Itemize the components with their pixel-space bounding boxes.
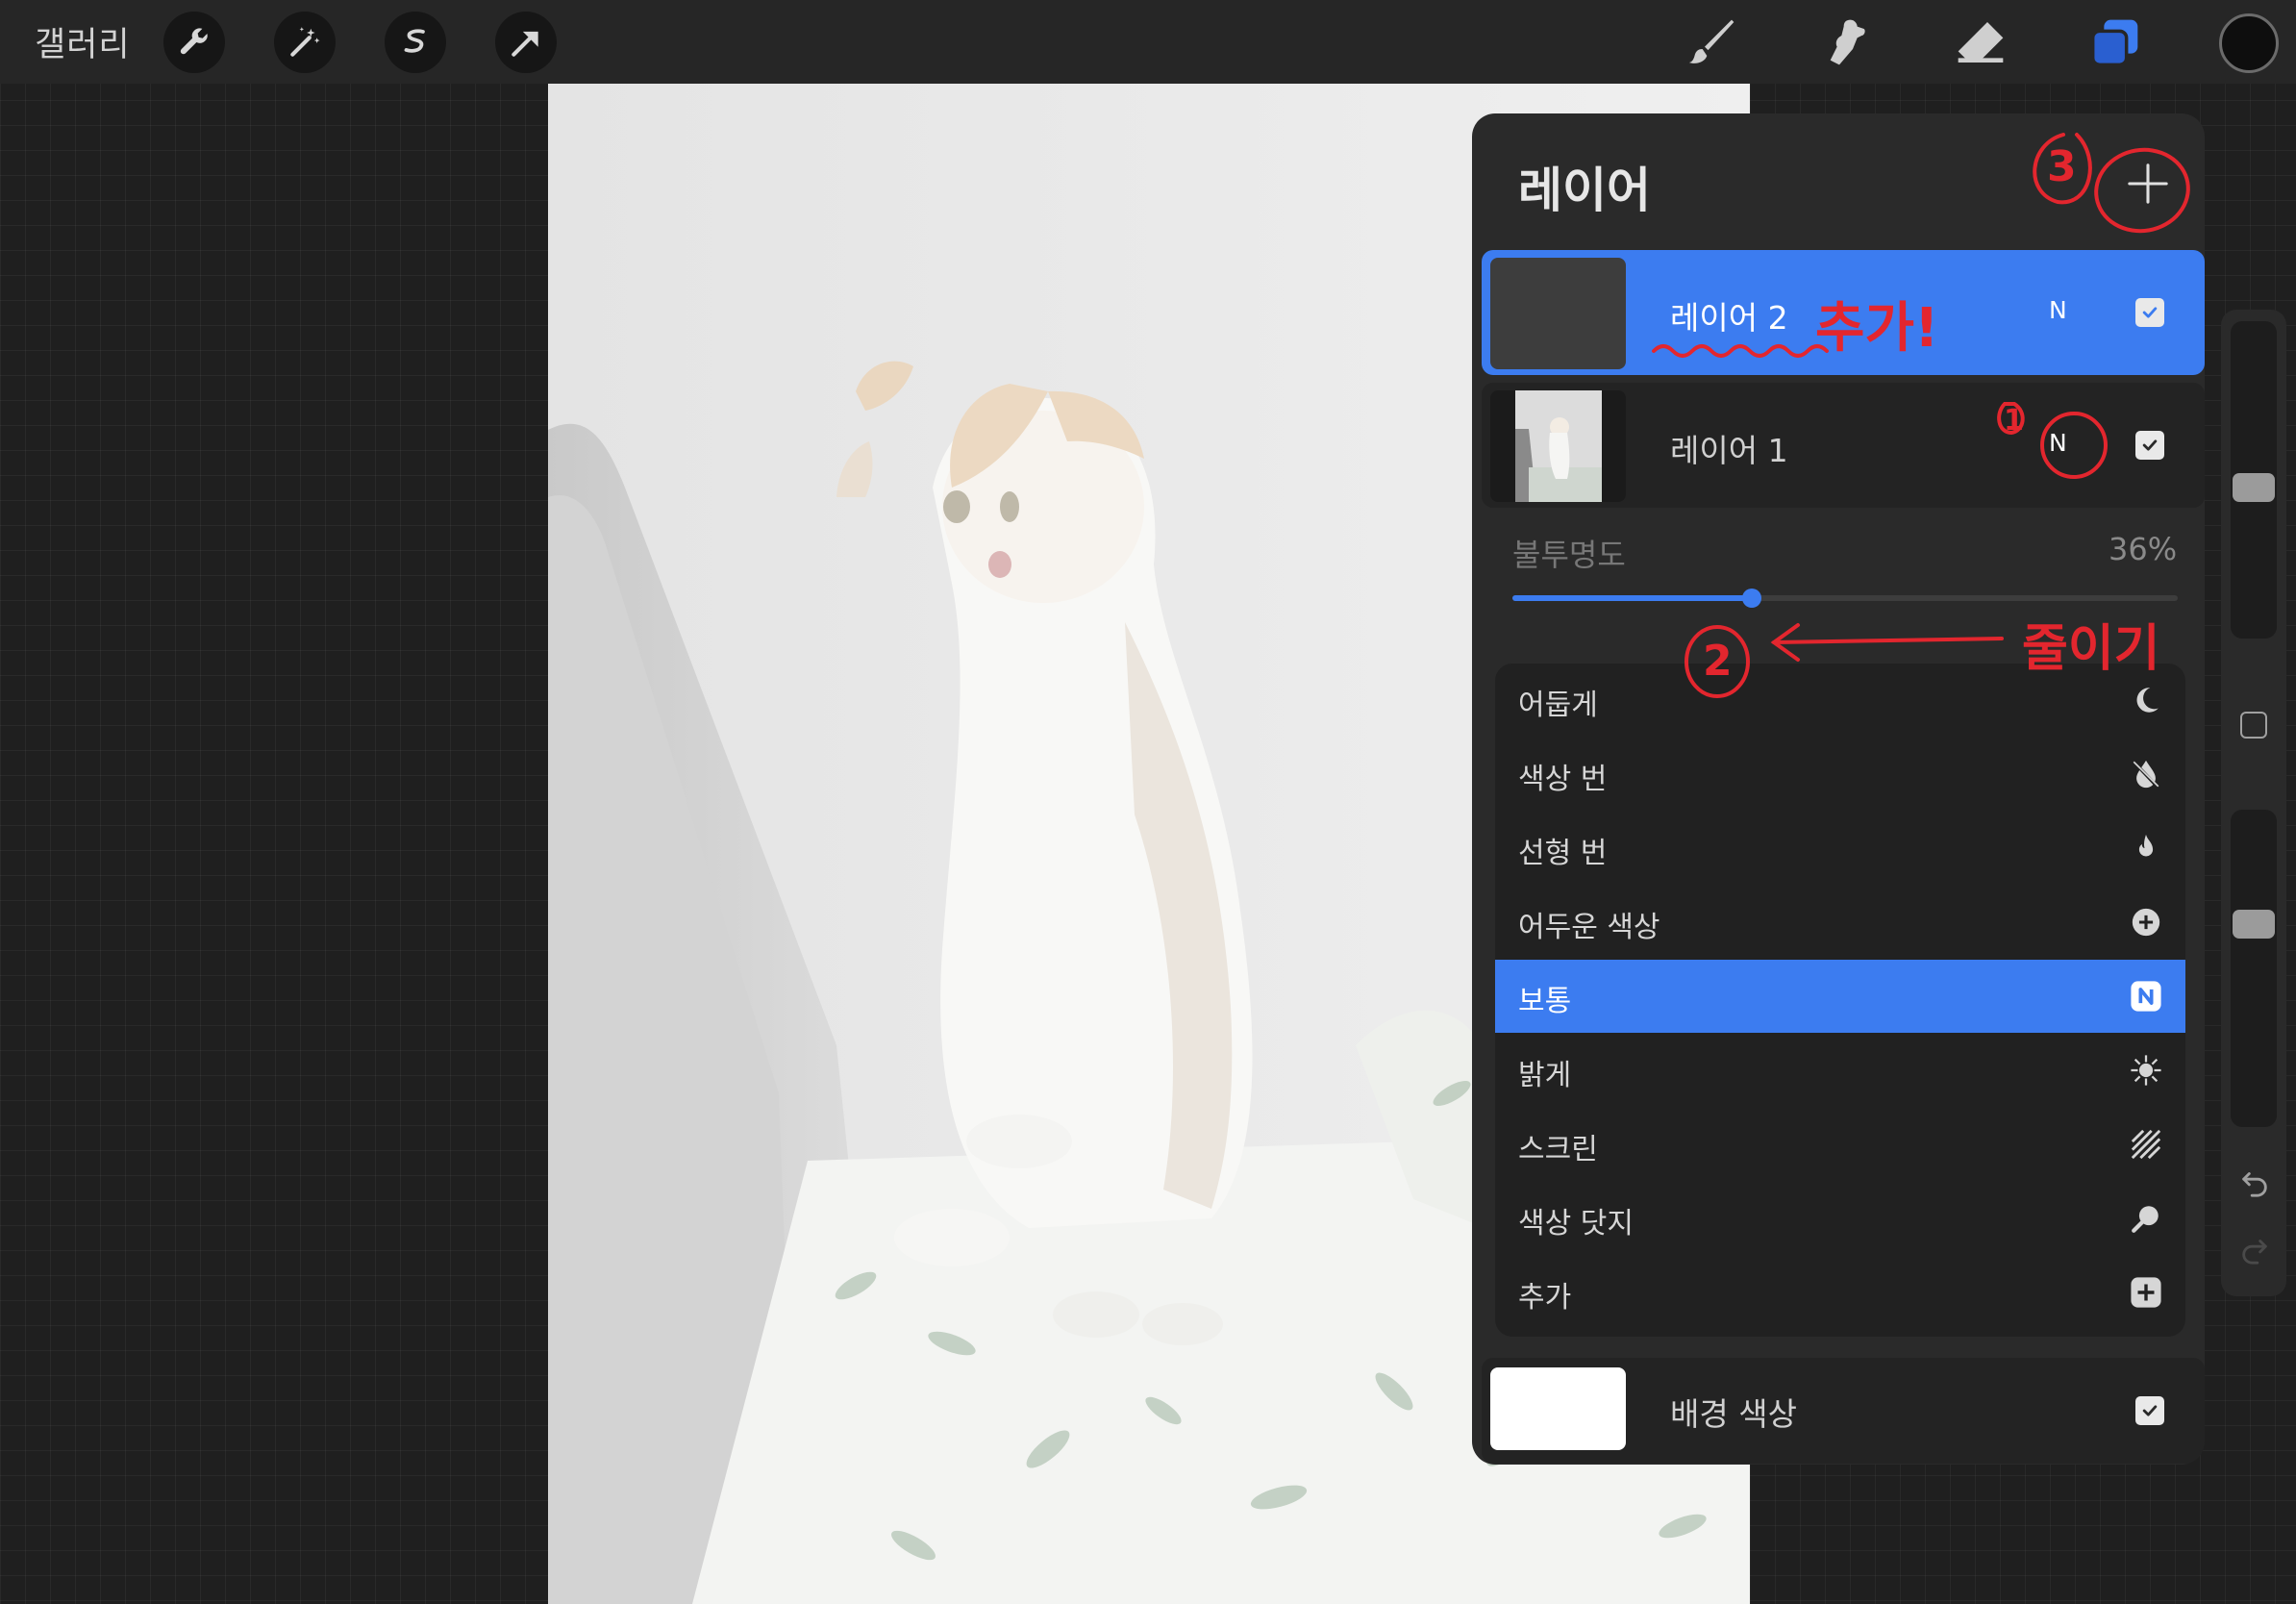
layer-name: 레이어 1 <box>1670 432 1788 469</box>
blend-mode-darker-color[interactable]: 어두운 색상 <box>1495 886 2185 959</box>
actions-button[interactable] <box>163 12 225 73</box>
flame-icon <box>2138 834 2154 857</box>
blend-mode-label: 색상 닷지 <box>1518 1207 1634 1241</box>
magic-wand-icon <box>290 27 320 57</box>
checkmark-icon <box>2142 1405 2158 1416</box>
opacity-slider-fill <box>1512 595 1753 601</box>
opacity-slider-thumb[interactable] <box>1742 589 1762 608</box>
burn-drop-icon <box>2133 760 2159 789</box>
layer-thumbnail <box>1490 390 1626 502</box>
brush-icon <box>1688 19 1734 63</box>
layers-tool[interactable] <box>2084 13 2146 71</box>
brush-slider-rail <box>2221 310 2286 1296</box>
blend-mode-label: 선형 번 <box>1518 837 1608 870</box>
modify-button[interactable] <box>2240 712 2267 739</box>
gallery-button[interactable]: 갤러리 <box>35 17 131 66</box>
cat-thumbnail-image <box>1515 390 1602 502</box>
annotation-reduce-note: 줄이기 <box>2022 620 2160 678</box>
checkmark-icon <box>2142 439 2158 451</box>
background-visibility-checkbox[interactable] <box>2135 1396 2164 1425</box>
blend-mode-label: 밝게 <box>1518 1059 1572 1092</box>
brush-size-knob[interactable] <box>2233 473 2275 502</box>
smudge-icon <box>1830 19 1865 65</box>
transform-button[interactable] <box>495 12 557 73</box>
adjustments-button[interactable] <box>274 12 336 73</box>
selection-icon <box>404 29 425 53</box>
hatch-icon <box>2131 1129 2161 1160</box>
blend-mode-screen[interactable]: 스크린 <box>1495 1108 2185 1181</box>
eraser-icon <box>1958 22 2004 63</box>
background-color-label: 배경 색상 <box>1670 1395 1797 1433</box>
blend-mode-label: 색상 번 <box>1518 763 1608 796</box>
blend-mode-label: 추가 <box>1518 1281 1572 1315</box>
n-badge-icon <box>2131 981 2161 1012</box>
dodge-icon <box>2132 1206 2159 1233</box>
layer-visibility-checkbox[interactable] <box>2135 431 2164 460</box>
blend-mode-normal[interactable]: 보통 <box>1495 960 2185 1033</box>
blend-mode-color-dodge[interactable]: 색상 닷지 <box>1495 1182 2185 1255</box>
smudge-tool[interactable] <box>1815 13 1877 71</box>
plus-square-icon <box>2131 1277 2161 1308</box>
plus-circle-icon <box>2132 908 2160 937</box>
checkmark-icon <box>2142 307 2158 318</box>
layer-thumbnail <box>1490 258 1626 369</box>
blend-mode-label: 보통 <box>1518 985 1572 1018</box>
add-layer-icon[interactable] <box>2126 162 2170 206</box>
transform-arrow-icon <box>512 31 538 57</box>
layers-icon <box>2090 19 2138 67</box>
moon-icon <box>2136 688 2159 713</box>
annotation-step-3: 3 <box>2047 142 2077 191</box>
background-color-row[interactable]: 배경 색상 <box>1482 1358 2205 1464</box>
sun-burst-icon <box>2131 1055 2161 1086</box>
brush-opacity-slider[interactable] <box>2231 810 2277 1127</box>
blend-mode-label: 어둡게 <box>1518 689 1598 722</box>
opacity-slider[interactable] <box>1512 589 2178 608</box>
blend-mode-color-burn[interactable]: 색상 번 <box>1495 738 2185 811</box>
background-color-swatch[interactable] <box>1490 1367 1626 1450</box>
annotation-step-2: 2 <box>1703 637 1733 686</box>
brush-opacity-knob[interactable] <box>2233 910 2275 939</box>
annotation-add-note: 추가! <box>1815 297 1939 360</box>
color-picker-button[interactable] <box>2219 13 2279 73</box>
panel-title: 레이어 <box>1518 163 1651 218</box>
wrench-icon <box>180 28 208 55</box>
annotation-step-1: 1 <box>2004 404 2024 438</box>
blend-mode-add[interactable]: 추가 <box>1495 1256 2185 1329</box>
blend-mode-label: 스크린 <box>1518 1133 1598 1166</box>
layer-visibility-checkbox[interactable] <box>2135 298 2164 327</box>
layer-blend-mode[interactable]: N <box>2049 296 2067 324</box>
blend-mode-lighten[interactable]: 밝게 <box>1495 1034 2185 1107</box>
selection-button[interactable] <box>385 12 446 73</box>
top-toolbar: 갤러리 <box>0 0 2296 84</box>
opacity-label: 불투명도 <box>1512 537 1626 573</box>
eraser-tool[interactable] <box>1950 13 2011 71</box>
blend-mode-linear-burn[interactable]: 선형 번 <box>1495 812 2185 885</box>
redo-icon[interactable] <box>2238 1233 2271 1266</box>
layer-name: 레이어 2 <box>1670 299 1788 337</box>
blend-mode-label: 어두운 색상 <box>1518 911 1660 944</box>
brush-tool[interactable] <box>1681 13 1742 71</box>
brush-size-slider[interactable] <box>2231 321 2277 639</box>
layer-blend-mode[interactable]: N <box>2049 429 2067 457</box>
opacity-value: 36% <box>2109 531 2178 567</box>
undo-icon[interactable] <box>2238 1165 2271 1198</box>
blend-mode-list: 어둡게 색상 번 선형 번 어두운 색상 보통 밝게 스크린 색상 닷지 추가 <box>1495 664 2185 1337</box>
layer-row-1[interactable]: 레이어 1 N <box>1482 383 2205 508</box>
